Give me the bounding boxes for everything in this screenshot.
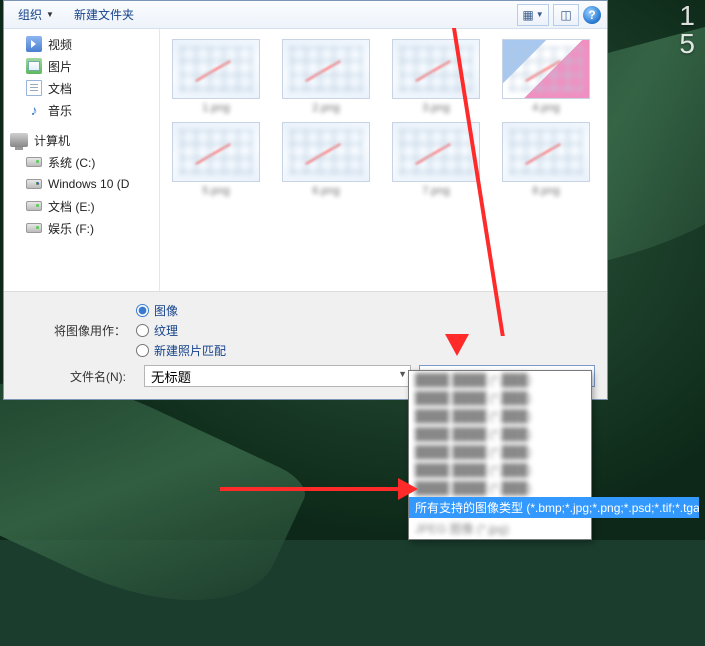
file-open-dialog: 组织 ▼ 新建文件夹 ▦ ▼ ◫ ? 视频 图片 bbox=[3, 0, 608, 400]
file-thumbnail[interactable]: 8.png bbox=[500, 122, 592, 197]
thumbnail-image bbox=[392, 122, 480, 182]
filetype-option[interactable]: ████ ████ (*.███) bbox=[409, 371, 591, 389]
thumbnail-image bbox=[502, 39, 590, 99]
thumbnail-caption: 5.png bbox=[202, 185, 230, 197]
drive-icon bbox=[26, 201, 42, 211]
filetype-option[interactable]: ████ ████ (*.███) bbox=[409, 461, 591, 479]
radio-image-input[interactable] bbox=[136, 304, 149, 317]
use-image-as-label: 将图像用作： bbox=[16, 322, 136, 339]
document-icon bbox=[26, 80, 42, 96]
thumbnail-image bbox=[392, 39, 480, 99]
organize-label: 组织 bbox=[18, 6, 42, 23]
file-thumbnail[interactable]: 1.png bbox=[170, 39, 262, 114]
sidebar-item-label: 文档 bbox=[48, 80, 72, 97]
filetype-option[interactable]: ████ ████ (*.███) bbox=[409, 425, 591, 443]
caret-down-icon: ▼ bbox=[46, 10, 54, 19]
file-thumbnail[interactable]: 6.png bbox=[280, 122, 372, 197]
filetype-option[interactable]: ████ ████ (*.███) bbox=[409, 443, 591, 461]
filetype-option[interactable]: JPEG 图像 (*.jpg) bbox=[409, 518, 591, 539]
drive-icon bbox=[26, 179, 42, 189]
thumbnail-image bbox=[282, 39, 370, 99]
sidebar-item-label: 娱乐 (F:) bbox=[48, 220, 94, 237]
radio-label: 新建照片匹配 bbox=[154, 342, 226, 359]
sidebar-item-label: 系统 (C:) bbox=[48, 154, 95, 171]
thumbnail-image bbox=[172, 39, 260, 99]
navigation-sidebar: 视频 图片 文档 ♪ 音乐 计算机 系统 (C:) bbox=[4, 29, 160, 291]
sidebar-item-drive-f[interactable]: 娱乐 (F:) bbox=[4, 217, 159, 239]
thumbnail-caption: 2.png bbox=[312, 102, 340, 114]
thumbnail-image bbox=[172, 122, 260, 182]
sidebar-item-drive-c[interactable]: 系统 (C:) bbox=[4, 151, 159, 173]
radio-label: 图像 bbox=[154, 302, 178, 319]
thumbnail-caption: 7.png bbox=[422, 185, 450, 197]
sidebar-item-label: 文档 (E:) bbox=[48, 198, 95, 215]
thumbnail-caption: 6.png bbox=[312, 185, 340, 197]
dialog-toolbar: 组织 ▼ 新建文件夹 ▦ ▼ ◫ ? bbox=[4, 1, 607, 29]
view-mode-button[interactable]: ▦ ▼ bbox=[517, 4, 549, 26]
filename-input[interactable] bbox=[144, 365, 411, 387]
sidebar-item-video[interactable]: 视频 bbox=[4, 33, 159, 55]
file-grid[interactable]: 1.png 2.png 3.png 4.png 5.png 6.png 7.png 8.png bbox=[160, 29, 607, 291]
radio-image[interactable]: 图像 bbox=[136, 302, 226, 319]
thumbnail-image bbox=[282, 122, 370, 182]
thumbnails-icon: ▦ bbox=[522, 8, 533, 22]
filetype-option[interactable]: ████ ████ (*.███) bbox=[409, 389, 591, 407]
annotation-arrow bbox=[220, 487, 400, 491]
drive-icon bbox=[26, 157, 42, 167]
file-thumbnail[interactable]: 3.png bbox=[390, 39, 482, 114]
radio-new-photo-match[interactable]: 新建照片匹配 bbox=[136, 342, 226, 359]
sidebar-item-drive-e[interactable]: 文档 (E:) bbox=[4, 195, 159, 217]
filetype-option-highlighted[interactable]: 所有支持的图像类型 (*.bmp;*.jpg;*.png;*.psd;*.tif… bbox=[409, 497, 699, 518]
radio-label: 纹理 bbox=[154, 322, 178, 339]
sidebar-item-documents[interactable]: 文档 bbox=[4, 77, 159, 99]
preview-icon: ◫ bbox=[560, 8, 571, 22]
drive-icon bbox=[26, 223, 42, 233]
new-folder-label: 新建文件夹 bbox=[74, 6, 134, 23]
organize-button[interactable]: 组织 ▼ bbox=[10, 3, 62, 26]
sidebar-item-label: 音乐 bbox=[48, 102, 72, 119]
caret-down-icon: ▼ bbox=[536, 10, 544, 19]
sidebar-item-label: 计算机 bbox=[34, 132, 70, 149]
sidebar-item-pictures[interactable]: 图片 bbox=[4, 55, 159, 77]
thumbnail-caption: 4.png bbox=[532, 102, 560, 114]
file-thumbnail[interactable]: 4.png bbox=[500, 39, 592, 114]
filename-label: 文件名(N): bbox=[16, 368, 136, 385]
thumbnail-image bbox=[502, 122, 590, 182]
radio-newphoto-input[interactable] bbox=[136, 344, 149, 357]
radio-texture[interactable]: 纹理 bbox=[136, 322, 226, 339]
thumbnail-caption: 8.png bbox=[532, 185, 560, 197]
computer-icon bbox=[10, 133, 28, 147]
radio-texture-input[interactable] bbox=[136, 324, 149, 337]
filetype-option[interactable]: ████ ████ (*.███) bbox=[409, 407, 591, 425]
video-icon bbox=[26, 36, 42, 52]
music-icon: ♪ bbox=[26, 102, 42, 118]
sidebar-item-label: 视频 bbox=[48, 36, 72, 53]
thumbnail-caption: 3.png bbox=[422, 102, 450, 114]
picture-icon bbox=[26, 58, 42, 74]
preview-pane-button[interactable]: ◫ bbox=[553, 4, 579, 26]
sidebar-item-drive-d[interactable]: Windows 10 (D bbox=[4, 173, 159, 195]
sidebar-item-label: 图片 bbox=[48, 58, 72, 75]
annotation-arrow-head bbox=[445, 334, 469, 356]
thumbnail-caption: 1.png bbox=[202, 102, 230, 114]
desktop-clock: 1 5 bbox=[679, 2, 695, 58]
help-icon: ? bbox=[588, 8, 595, 22]
sidebar-item-music[interactable]: ♪ 音乐 bbox=[4, 99, 159, 121]
new-folder-button[interactable]: 新建文件夹 bbox=[66, 3, 142, 26]
file-thumbnail[interactable]: 5.png bbox=[170, 122, 262, 197]
annotation-arrow-head bbox=[398, 478, 418, 500]
help-button[interactable]: ? bbox=[583, 6, 601, 24]
sidebar-item-computer[interactable]: 计算机 bbox=[4, 129, 159, 151]
filetype-option[interactable]: ████ ████ (*.███) bbox=[409, 479, 591, 497]
filetype-dropdown[interactable]: ████ ████ (*.███)████ ████ (*.███)████ █… bbox=[408, 370, 592, 540]
sidebar-item-label: Windows 10 (D bbox=[48, 177, 129, 191]
file-thumbnail[interactable]: 2.png bbox=[280, 39, 372, 114]
